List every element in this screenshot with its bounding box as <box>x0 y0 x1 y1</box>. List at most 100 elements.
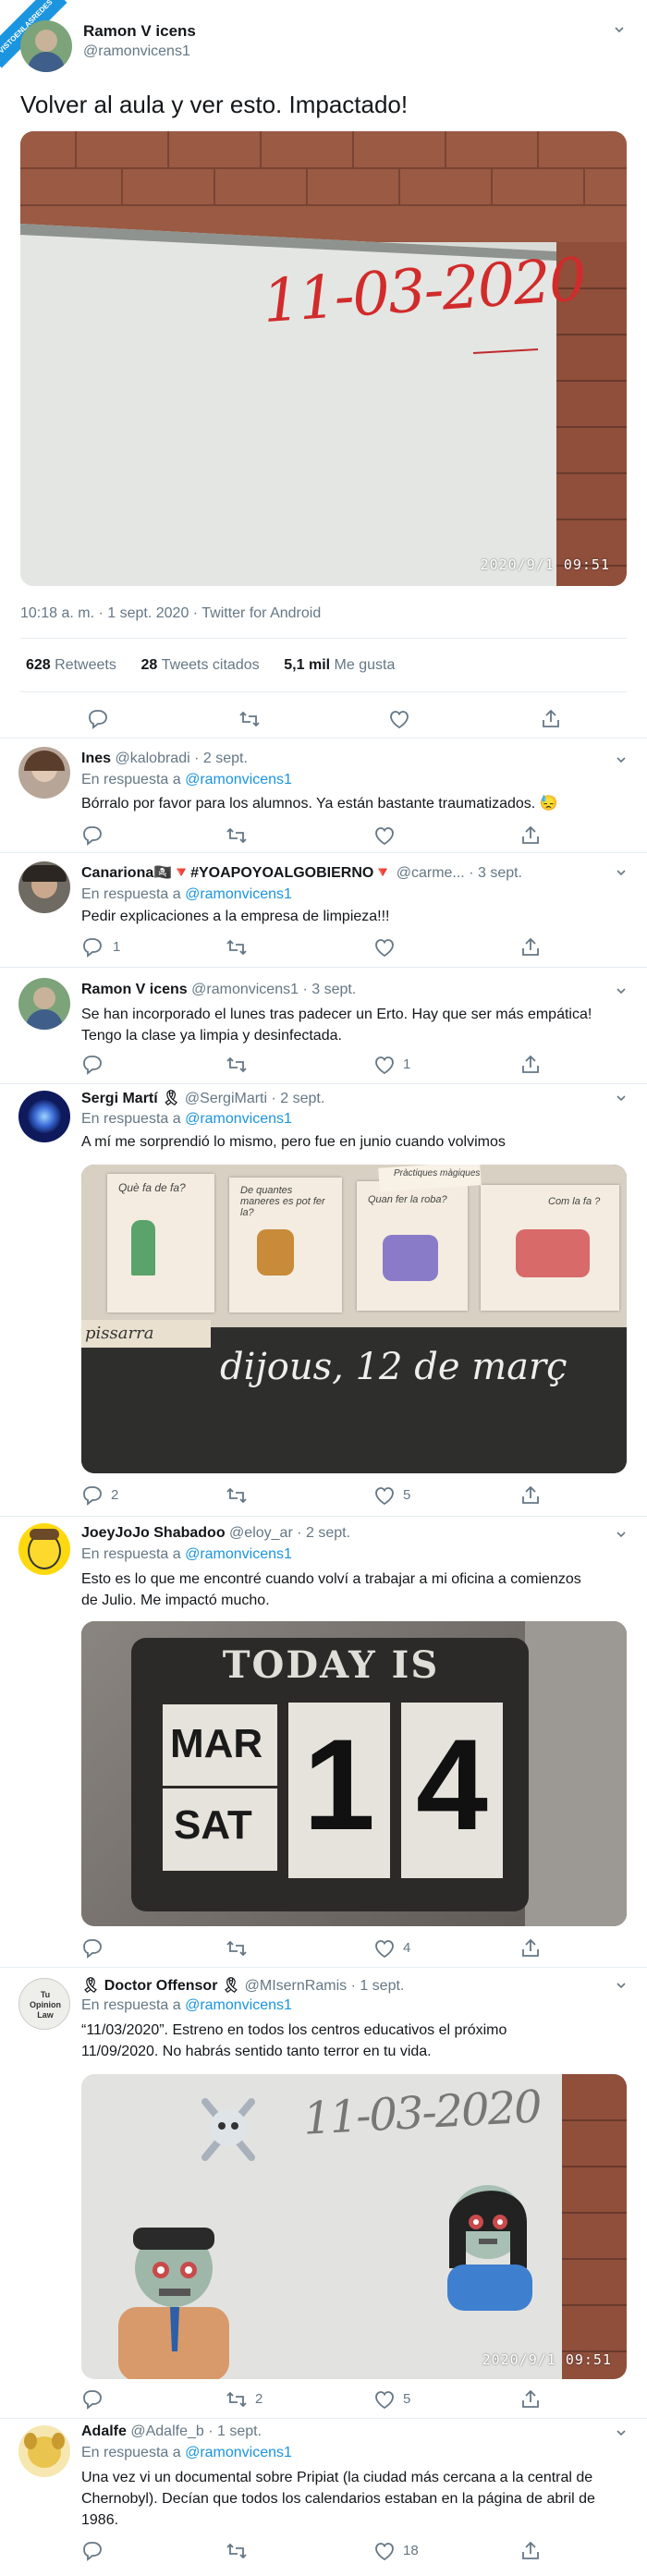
divider <box>0 738 647 739</box>
chevron-down-icon[interactable] <box>616 1980 627 1991</box>
like-icon[interactable] <box>373 1054 396 1076</box>
reply-author-name[interactable]: Ramon V icens <box>81 982 188 997</box>
reply-text: Pedir explicaciones a la empresa de limp… <box>81 909 390 924</box>
reply-icon[interactable] <box>87 708 109 730</box>
reply-to-link[interactable]: @ramonvicens1 <box>185 1546 292 1562</box>
reply-prefix: En respuesta a <box>81 1997 181 2013</box>
poster-label: Quan fer la roba? <box>368 1194 447 1205</box>
author-avatar[interactable] <box>20 20 72 72</box>
poster-label: Com la fa ? <box>548 1196 601 1207</box>
like-icon[interactable] <box>373 2540 396 2562</box>
reply-author-name[interactable]: JoeyJoJo Shabadoo <box>81 1525 226 1541</box>
reply-photo[interactable]: 11-03-2020 2020/9/1 09:51 <box>81 2074 627 2379</box>
retweets-link[interactable]: 628 Retweets <box>26 657 116 673</box>
reply-author-name[interactable]: Adalfe <box>81 2423 127 2439</box>
likes-link[interactable]: 5,1 mil Me gusta <box>284 657 395 673</box>
reply-to-link[interactable]: @ramonvicens1 <box>185 772 292 787</box>
like-icon[interactable] <box>373 2388 396 2411</box>
retweet-icon[interactable] <box>226 2388 248 2411</box>
reply-avatar[interactable] <box>18 747 70 799</box>
reply-prefix: En respuesta a <box>81 772 181 787</box>
divider <box>0 1967 647 1968</box>
share-icon[interactable] <box>519 1484 542 1507</box>
reply-to-link[interactable]: @ramonvicens1 <box>185 2445 292 2460</box>
photo-timestamp: 2020/9/1 09:51 <box>480 556 610 573</box>
tweet-meta: 10:18 a. m. · 1 sept. 2020 · Twitter for… <box>20 605 322 621</box>
retweet-icon[interactable] <box>226 1484 248 1507</box>
author-handle[interactable]: @ramonvicens1 <box>83 43 190 60</box>
divider <box>20 691 627 692</box>
chevron-down-icon[interactable] <box>616 2427 627 2438</box>
like-icon[interactable] <box>373 824 396 847</box>
reply-prefix: En respuesta a <box>81 1546 181 1562</box>
reply-author-name[interactable]: Ines <box>81 751 111 766</box>
share-icon[interactable] <box>519 936 542 958</box>
reply-photo[interactable]: TODAY IS MAR SAT 1 4 <box>81 1621 627 1926</box>
reply-meta: @carme... · 3 sept. <box>396 865 522 881</box>
share-icon[interactable] <box>540 708 562 730</box>
reply-count: 2 <box>111 1487 119 1503</box>
retweet-icon[interactable] <box>226 936 248 958</box>
like-icon[interactable] <box>373 1484 396 1507</box>
retweet-icon[interactable] <box>238 708 261 730</box>
like-count: 4 <box>403 1940 411 1956</box>
chevron-down-icon[interactable] <box>616 1093 627 1104</box>
chevron-down-icon[interactable] <box>616 985 627 996</box>
reply-author-name[interactable]: Canariona🏴‍☠️🔻#YOAPOYOALGOBIERNO🔻 <box>81 865 392 881</box>
reply-header: Canariona🏴‍☠️🔻#YOAPOYOALGOBIERNO🔻 @carme… <box>81 863 522 882</box>
reply-meta: @SergiMarti · 2 sept. <box>184 1091 325 1106</box>
share-icon[interactable] <box>519 1937 542 1959</box>
reply-avatar[interactable]: Tu Opinion Law <box>18 1978 70 2030</box>
retweet-icon[interactable] <box>226 1054 248 1076</box>
chevron-down-icon[interactable] <box>616 754 627 765</box>
reply-icon[interactable] <box>81 1054 104 1076</box>
reply-to-link[interactable]: @ramonvicens1 <box>185 1111 292 1127</box>
reply-text: A mí me sorprendió lo mismo, pero fue en… <box>81 1134 506 1150</box>
tweet-photo[interactable]: 11-03-2020 2020/9/1 09:51 <box>20 131 627 586</box>
like-count: 18 <box>403 2543 419 2558</box>
reply-to-link[interactable]: @ramonvicens1 <box>185 1997 292 2013</box>
reply-meta: @kalobradi · 2 sept. <box>115 751 248 766</box>
reply-author-name[interactable]: Sergi Martí 🎗 <box>81 1091 180 1106</box>
reply-icon[interactable] <box>81 2540 104 2562</box>
share-icon[interactable] <box>519 2540 542 2562</box>
reply-header: Ramon V icens @ramonvicens1 · 3 sept. <box>81 982 356 998</box>
share-icon[interactable] <box>519 824 542 847</box>
share-icon[interactable] <box>519 1054 542 1076</box>
quotes-link[interactable]: 28 Tweets citados <box>141 657 260 673</box>
calendar-title: TODAY IS <box>222 1643 440 1687</box>
avatar-text: Tu Opinion Law <box>30 1990 61 2020</box>
chevron-down-icon[interactable] <box>616 1529 627 1540</box>
reply-icon[interactable] <box>81 936 104 958</box>
retweet-icon[interactable] <box>226 1937 248 1959</box>
divider <box>0 967 647 968</box>
reply-context: En respuesta a @ramonvicens1 <box>81 2445 292 2461</box>
reply-photo[interactable]: Què fa de fa? De quantes maneres es pot … <box>81 1165 627 1473</box>
reply-avatar[interactable] <box>18 2425 70 2477</box>
reply-prefix: En respuesta a <box>81 2445 181 2460</box>
like-icon[interactable] <box>373 936 396 958</box>
reply-avatar[interactable] <box>18 1091 70 1142</box>
reply-context: En respuesta a @ramonvicens1 <box>81 1111 292 1128</box>
reply-to-link[interactable]: @ramonvicens1 <box>185 886 292 902</box>
retweet-icon[interactable] <box>226 824 248 847</box>
like-icon[interactable] <box>373 1937 396 1959</box>
reply-prefix: En respuesta a <box>81 886 181 902</box>
reply-meta: @eloy_ar · 2 sept. <box>229 1525 351 1541</box>
author-name[interactable]: Ramon V icens <box>83 22 196 41</box>
reply-author-name[interactable]: 🎗 Doctor Offensor 🎗 <box>81 1978 240 1994</box>
reply-icon[interactable] <box>81 824 104 847</box>
chevron-down-icon[interactable] <box>616 867 627 878</box>
chevron-down-icon[interactable] <box>614 24 625 35</box>
like-icon[interactable] <box>388 708 410 730</box>
reply-avatar[interactable] <box>18 978 70 1030</box>
reply-icon[interactable] <box>81 1484 104 1507</box>
share-icon[interactable] <box>519 2388 542 2411</box>
retweet-icon[interactable] <box>226 2540 248 2562</box>
divider <box>0 852 647 853</box>
reply-icon[interactable] <box>81 2388 104 2411</box>
reply-icon[interactable] <box>81 1937 104 1959</box>
quotes-label: Tweets citados <box>161 657 260 673</box>
reply-avatar[interactable] <box>18 1523 70 1575</box>
reply-avatar[interactable] <box>18 861 70 913</box>
